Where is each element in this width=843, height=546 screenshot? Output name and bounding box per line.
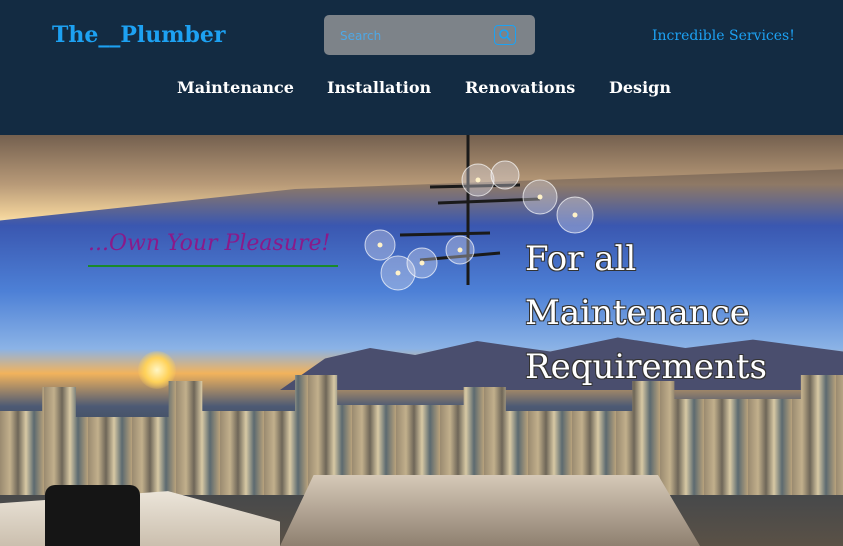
site-logo[interactable]: The__Plumber — [52, 22, 226, 48]
search-button[interactable] — [494, 25, 516, 45]
nav-item-renovations[interactable]: Renovations — [465, 78, 575, 97]
site-header: The__Plumber Incredible Services! Mainte… — [0, 0, 843, 135]
hero-heading-line: Requirements — [525, 347, 768, 387]
hero-banner: ...Own Your Pleasure! For all Maintenanc… — [0, 135, 843, 546]
nav-item-maintenance[interactable]: Maintenance — [177, 78, 294, 97]
hero-heading: For all Maintenance Requirements — [525, 232, 835, 394]
search-input[interactable] — [338, 25, 492, 47]
hero-heading-line: Maintenance — [525, 293, 750, 333]
nav-item-design[interactable]: Design — [609, 78, 671, 97]
nav-item-installation[interactable]: Installation — [327, 78, 431, 97]
hero-pillow — [45, 485, 140, 546]
hero-table — [280, 475, 700, 546]
hero-heading-line: For all — [525, 239, 637, 279]
search-icon — [499, 29, 512, 42]
main-nav: Maintenance Installation Renovations Des… — [0, 78, 843, 102]
hero-slogan: ...Own Your Pleasure! — [88, 231, 331, 256]
slogan-underline — [88, 265, 338, 267]
header-tagline: Incredible Services! — [652, 28, 795, 44]
